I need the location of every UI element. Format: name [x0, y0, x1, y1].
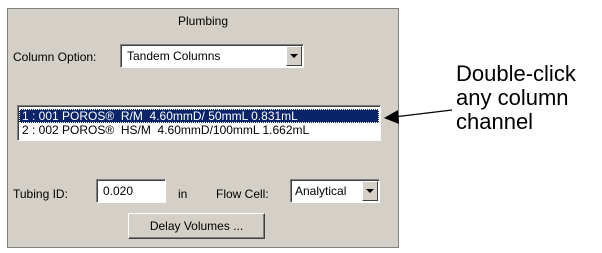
- callout-line-3: channel: [456, 109, 534, 134]
- callout-text: Double-click any column channel: [456, 62, 576, 134]
- callout-line-1: Double-click: [456, 61, 576, 86]
- callout-line-2: any column: [456, 85, 569, 110]
